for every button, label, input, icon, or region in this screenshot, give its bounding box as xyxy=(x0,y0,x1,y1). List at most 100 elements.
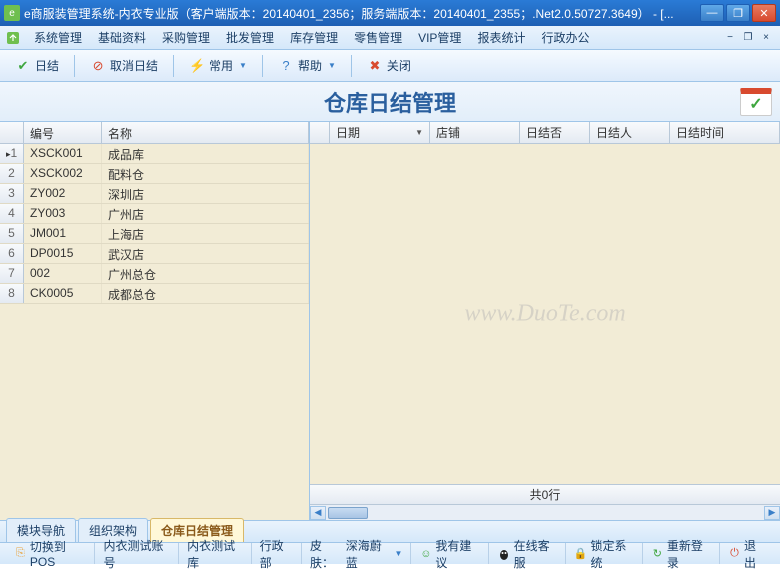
time-column-header[interactable]: 日结时间 xyxy=(670,122,780,143)
code-cell: JM001 xyxy=(24,224,102,243)
code-cell: XSCK001 xyxy=(24,144,102,163)
closing-grid-header: 日期 ▼ 店铺 日结否 日结人 日结时间 xyxy=(310,122,780,144)
table-row[interactable]: 5JM001上海店 xyxy=(0,224,309,244)
menu-purchase[interactable]: 采购管理 xyxy=(154,26,218,49)
close-window-button[interactable]: ✕ xyxy=(752,4,776,22)
toolbar-separator xyxy=(262,55,263,77)
table-row[interactable]: 7002广州总仓 xyxy=(0,264,309,284)
close-label: 关闭 xyxy=(387,57,411,74)
table-row[interactable]: ▸1XSCK001成品库 xyxy=(0,144,309,164)
menu-retail[interactable]: 零售管理 xyxy=(346,26,410,49)
table-row[interactable]: 2XSCK002配料仓 xyxy=(0,164,309,184)
code-cell: 002 xyxy=(24,264,102,283)
table-row[interactable]: 3ZY002深圳店 xyxy=(0,184,309,204)
scroll-track[interactable] xyxy=(326,506,764,520)
closing-grid-footer: 共0行 xyxy=(310,484,780,504)
row-number-cell: ▸1 xyxy=(0,144,24,163)
closing-grid-body: www.DuoTe.com xyxy=(310,144,780,484)
close-button[interactable]: ✖ 关闭 xyxy=(358,53,420,78)
cancel-icon: ⊘ xyxy=(90,58,106,74)
row-number-cell: 4 xyxy=(0,204,24,223)
main-content: 编号 名称 ▸1XSCK001成品库2XSCK002配料仓3ZY002深圳店4Z… xyxy=(0,122,780,520)
maximize-button[interactable]: ❐ xyxy=(726,4,750,22)
closed-column-header[interactable]: 日结否 xyxy=(520,122,590,143)
skin-selector[interactable]: 皮肤： 深海蔚蓝 ▼ xyxy=(302,543,411,564)
name-column-header[interactable]: 名称 xyxy=(102,122,309,143)
code-cell: DP0015 xyxy=(24,244,102,263)
row-selector-header[interactable] xyxy=(310,122,330,143)
help-icon: ? xyxy=(278,58,294,74)
exit-icon: ⏻ xyxy=(728,547,741,561)
horizontal-scrollbar[interactable]: ◀ ▶ xyxy=(310,504,780,520)
scroll-thumb[interactable] xyxy=(328,507,368,519)
account-label: 内衣测试账号 xyxy=(95,543,179,564)
scroll-right-button[interactable]: ▶ xyxy=(764,506,780,520)
app-icon: e xyxy=(4,5,20,21)
name-cell: 成品库 xyxy=(102,144,309,163)
row-number-cell: 3 xyxy=(0,184,24,203)
date-column-header[interactable]: 日期 ▼ xyxy=(330,122,430,143)
common-label: 常用 xyxy=(209,57,233,74)
row-number-cell: 6 xyxy=(0,244,24,263)
pos-icon: ⎘ xyxy=(14,547,27,561)
mdi-close-button[interactable]: × xyxy=(758,31,774,45)
warehouse-grid-header: 编号 名称 xyxy=(0,122,309,144)
page-header: 仓库日结管理 xyxy=(0,82,780,122)
close-icon: ✖ xyxy=(367,58,383,74)
row-number-cell: 7 xyxy=(0,264,24,283)
switch-pos-label: 切换到POS xyxy=(30,538,87,569)
relogin-button[interactable]: ↻ 重新登录 xyxy=(643,543,720,564)
date-column-label: 日期 xyxy=(336,124,360,141)
row-number-header[interactable] xyxy=(0,122,24,143)
menu-basedata[interactable]: 基础资料 xyxy=(90,26,154,49)
minimize-button[interactable]: — xyxy=(700,4,724,22)
lock-icon: 🔒 xyxy=(574,547,588,561)
store-column-header[interactable]: 店铺 xyxy=(430,122,520,143)
menu-admin[interactable]: 行政办公 xyxy=(533,26,597,49)
page-title: 仓库日结管理 xyxy=(324,86,456,118)
online-service-label: 在线客服 xyxy=(514,537,557,571)
menu-home-icon[interactable] xyxy=(6,31,20,45)
code-cell: ZY003 xyxy=(24,204,102,223)
cancel-close-button[interactable]: ⊘ 取消日结 xyxy=(81,53,167,78)
toolbar-separator xyxy=(173,55,174,77)
suggest-button[interactable]: ☺ 我有建议 xyxy=(411,543,488,564)
table-row[interactable]: 6DP0015武汉店 xyxy=(0,244,309,264)
check-icon: ✔ xyxy=(15,58,31,74)
help-button[interactable]: ? 帮助 ▼ xyxy=(269,53,345,78)
menu-vip[interactable]: VIP管理 xyxy=(410,26,469,49)
person-column-header[interactable]: 日结人 xyxy=(590,122,670,143)
toolbar-separator xyxy=(74,55,75,77)
relogin-label: 重新登录 xyxy=(667,537,711,571)
warehouse-list-panel: 编号 名称 ▸1XSCK001成品库2XSCK002配料仓3ZY002深圳店4Z… xyxy=(0,122,310,520)
code-cell: CK0005 xyxy=(24,284,102,303)
menu-reports[interactable]: 报表统计 xyxy=(469,26,533,49)
skin-prefix: 皮肤： xyxy=(310,537,343,571)
scroll-left-button[interactable]: ◀ xyxy=(310,506,326,520)
lightning-icon: ⚡ xyxy=(189,58,205,74)
code-cell: XSCK002 xyxy=(24,164,102,183)
daily-close-button[interactable]: ✔ 日结 xyxy=(6,53,68,78)
menu-bar: 系统管理 基础资料 采购管理 批发管理 库存管理 零售管理 VIP管理 报表统计… xyxy=(0,26,780,50)
exit-button[interactable]: ⏻ 退出 xyxy=(720,543,774,564)
mdi-restore-button[interactable]: ❐ xyxy=(740,31,756,45)
table-row[interactable]: 4ZY003广州店 xyxy=(0,204,309,224)
online-service-button[interactable]: 在线客服 xyxy=(489,543,566,564)
toolbar-separator xyxy=(351,55,352,77)
name-cell: 成都总仓 xyxy=(102,284,309,303)
mdi-minimize-button[interactable]: − xyxy=(722,31,738,45)
row-number-cell: 8 xyxy=(0,284,24,303)
switch-pos-button[interactable]: ⎘ 切换到POS xyxy=(6,543,95,564)
menu-wholesale[interactable]: 批发管理 xyxy=(218,26,282,49)
chevron-down-icon: ▼ xyxy=(239,61,247,70)
refresh-icon: ↻ xyxy=(651,547,664,561)
row-number-cell: 2 xyxy=(0,164,24,183)
calendar-check-icon xyxy=(740,88,772,116)
code-column-header[interactable]: 编号 xyxy=(24,122,102,143)
menu-system[interactable]: 系统管理 xyxy=(26,26,90,49)
lock-system-button[interactable]: 🔒 锁定系统 xyxy=(566,543,643,564)
menu-inventory[interactable]: 库存管理 xyxy=(282,26,346,49)
common-button[interactable]: ⚡ 常用 ▼ xyxy=(180,53,256,78)
skin-value: 深海蔚蓝 xyxy=(346,537,390,571)
table-row[interactable]: 8CK0005成都总仓 xyxy=(0,284,309,304)
